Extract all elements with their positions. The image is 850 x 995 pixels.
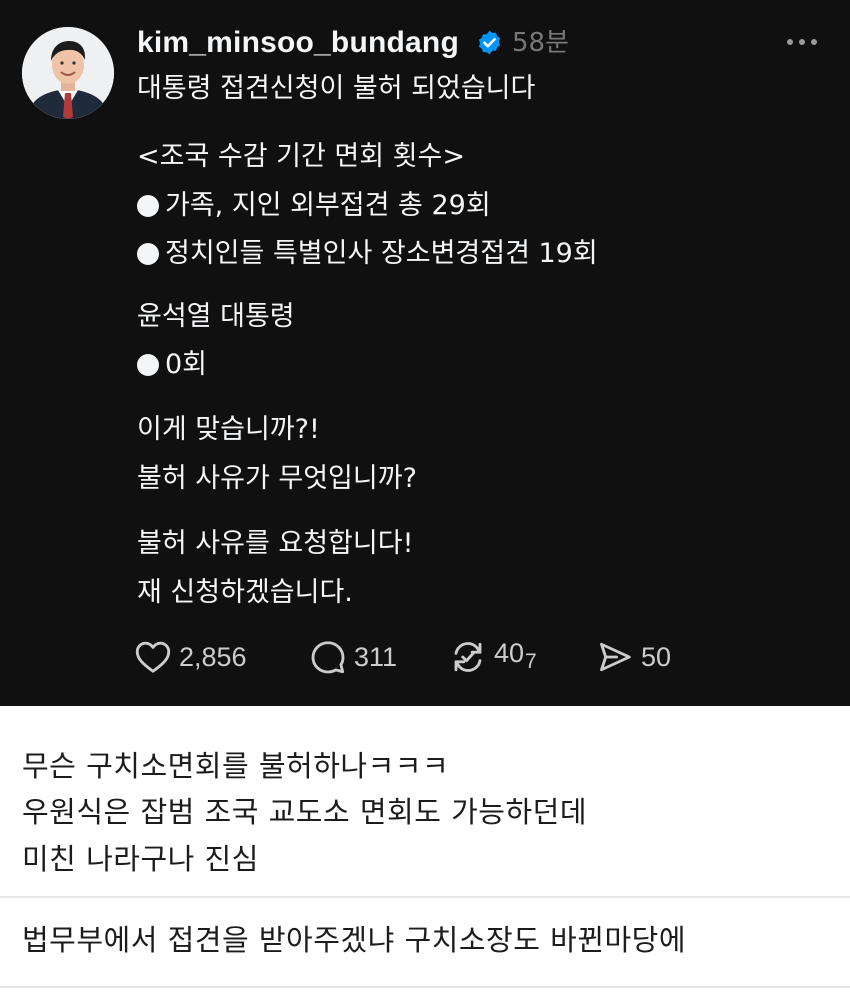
comment-divider [0,986,850,988]
comment-icon [311,641,345,674]
heart-icon [135,641,171,673]
post-list-item: 정치인들 특별인사 장소변경접견 19회 [137,237,598,271]
like-count: 2,856 [179,642,247,672]
post-text-line: 가족, 지인 외부접견 총 29회 [165,190,491,221]
post-text-line: 재 신청하겠습니다. [137,577,353,608]
repost-count-value: 40 [494,637,525,668]
comment-text-line: 미친 나라구나 진심 [22,842,259,876]
post-text-line: <조국 수감 기간 면회 횟수> [137,141,465,172]
comment-text-line: 무슨 구치소면회를 불허하나ㅋㅋㅋ [22,749,450,783]
post-username[interactable]: kim_minsoo_bundang [137,25,459,61]
repost-count: 407 [494,634,537,681]
post-text-line: 불허 사유가 무엇입니까? [137,463,417,494]
bullet-icon [137,243,159,265]
post-timestamp: 58분 [512,28,570,58]
repost-button[interactable]: 407 [450,638,537,676]
reply-count: 311 [354,642,398,672]
post-text-line: 윤석열 대통령 [137,301,295,332]
comment-text-line: 법무부에서 접견을 받아주겠냐 구치소장도 바뀐마당에 [22,923,687,957]
share-icon [600,642,631,672]
more-options-icon[interactable] [784,34,820,50]
repost-icon [454,642,482,672]
post-list-item: 가족, 지인 외부접견 총 29회 [137,189,491,223]
bullet-icon [137,195,159,217]
bullet-icon [137,354,159,376]
threads-post: kim_minsoo_bundang 58분 대통령 접견신청이 불허 되었습니… [0,0,850,706]
reply-button[interactable]: 311 [310,638,397,676]
post-text-line: 0회 [165,349,208,380]
comment-block: 법무부에서 접견을 받아주겠냐 구치소장도 바뀐마당에 [0,898,850,995]
like-button[interactable]: 2,856 [135,638,247,676]
post-text-line: 대통령 접견신청이 불허 되었습니다 [137,73,536,104]
share-button[interactable]: 50 [597,638,671,676]
post-text-line: 정치인들 특별인사 장소변경접견 19회 [165,238,598,269]
post-text-line: 이게 맞습니까?! [137,414,320,445]
comment-text-line: 우원식은 잡범 조국 교도소 면회도 가능하던데 [22,795,588,829]
verified-badge-icon [478,30,501,55]
profile-avatar[interactable] [22,27,114,119]
share-count: 50 [641,642,672,672]
post-list-item: 0회 [137,348,207,382]
post-text-line: 불허 사유를 요청합니다! [137,528,414,559]
repost-count-suffix: 7 [525,649,537,673]
comment-block: 무슨 구치소면회를 불허하나ㅋㅋㅋ 우원식은 잡범 조국 교도소 면회도 가능하… [0,706,850,896]
